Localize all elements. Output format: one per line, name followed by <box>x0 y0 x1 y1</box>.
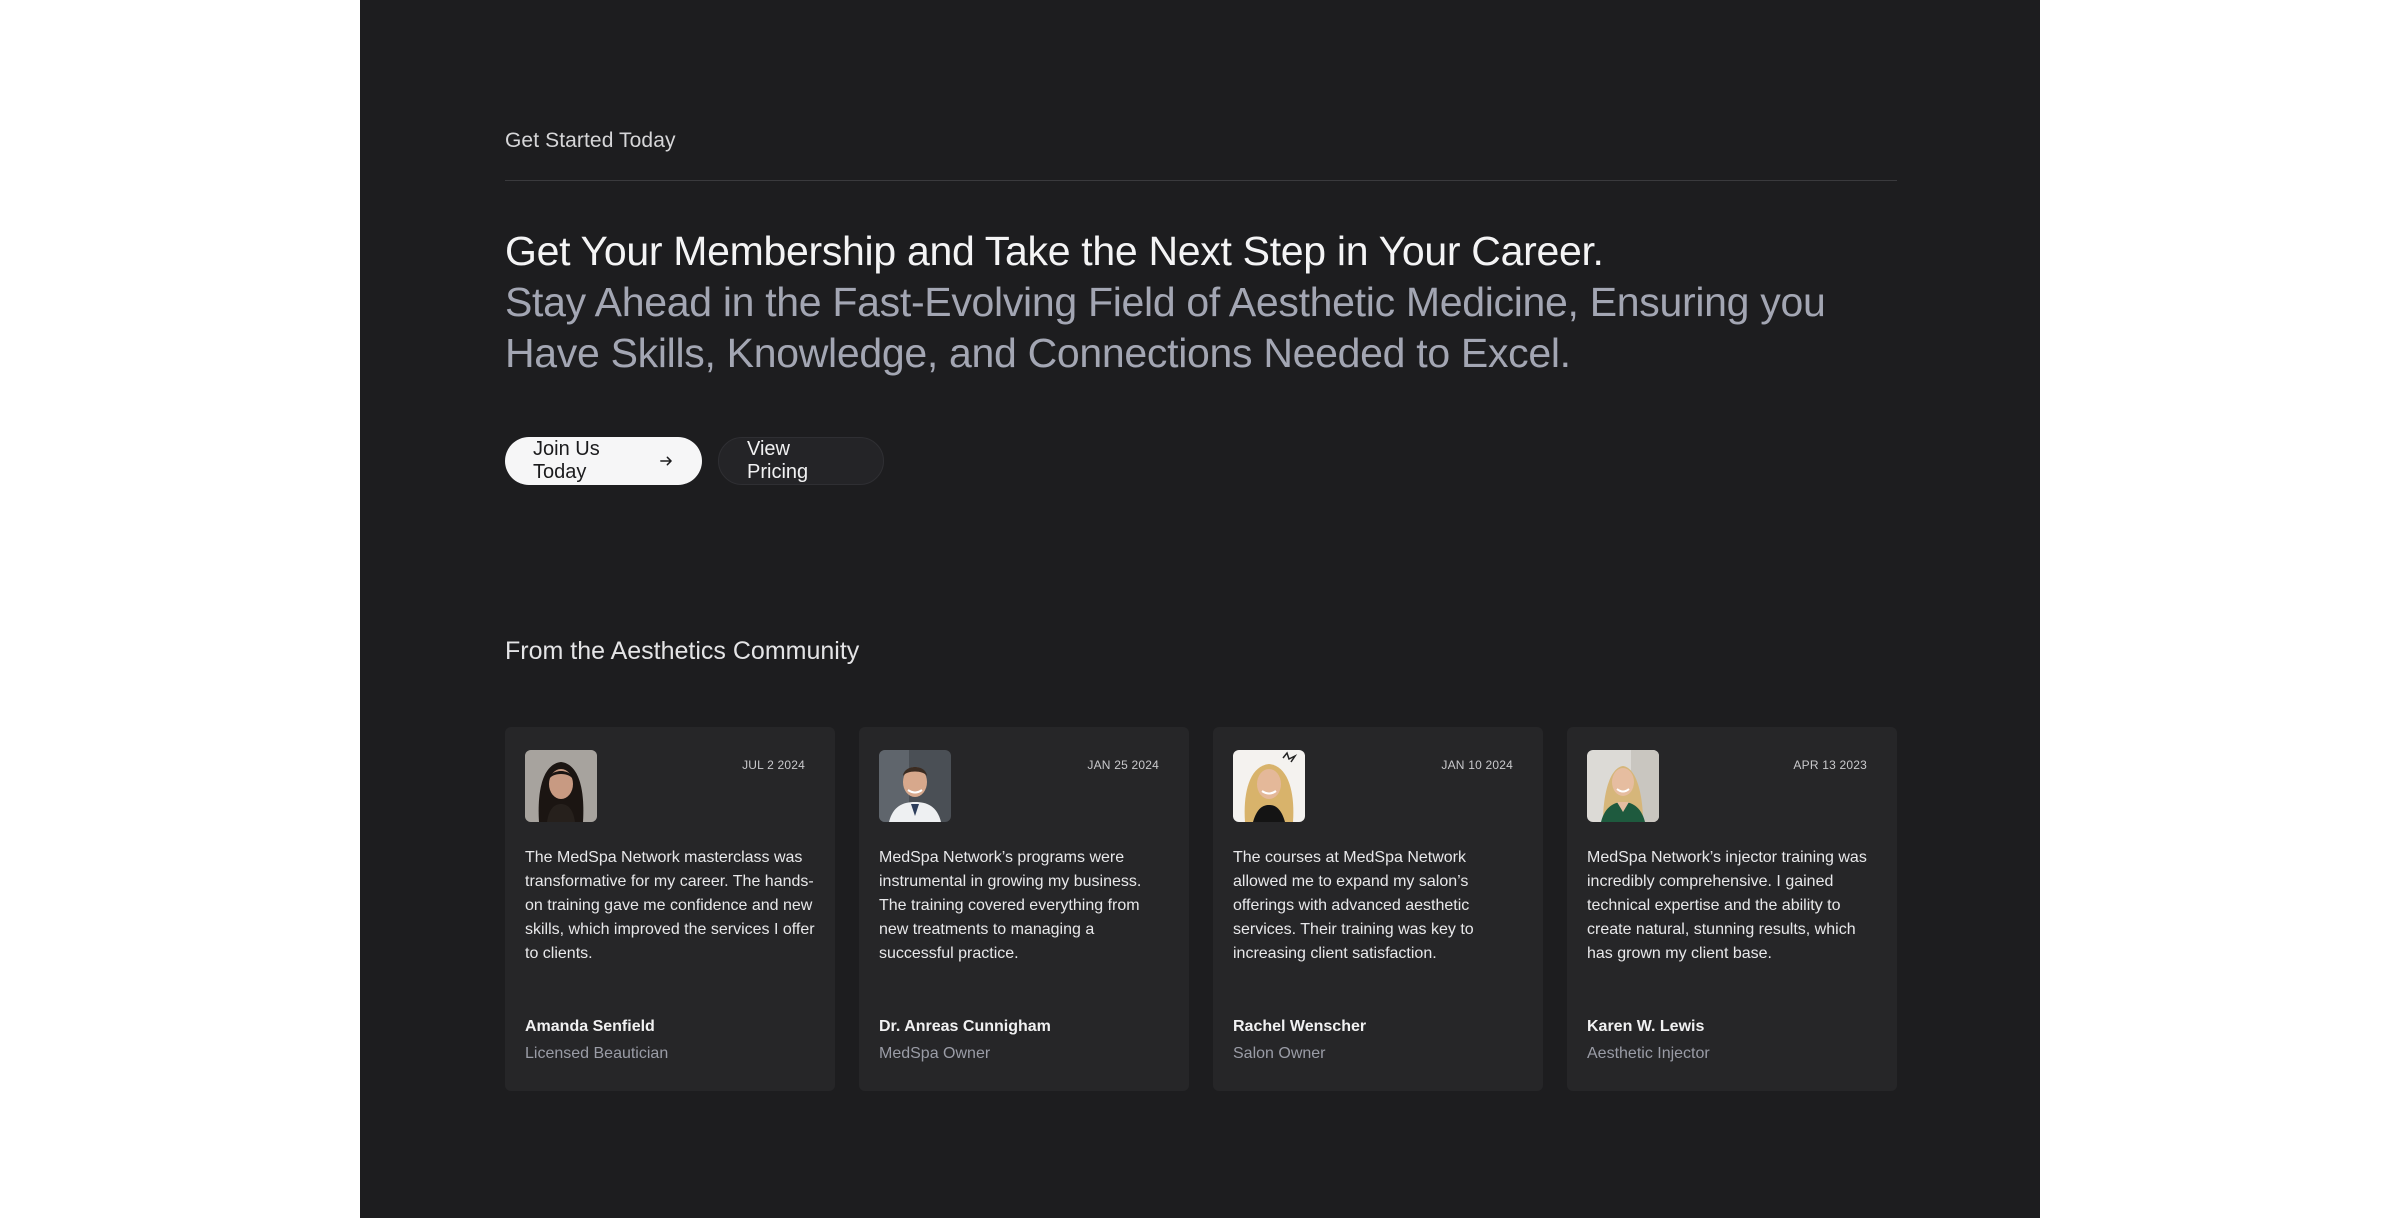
testimonial-date: JUL 2 2024 <box>742 758 805 772</box>
testimonial-card: JAN 10 2024 The courses at MedSpa Networ… <box>1213 727 1543 1091</box>
testimonial-card: JAN 25 2024 MedSpa Network’s programs we… <box>859 727 1189 1091</box>
join-us-today-button[interactable]: Join Us Today <box>505 437 702 485</box>
avatar <box>1587 750 1659 822</box>
get-started-section: Get Started Today Get Your Membership an… <box>360 0 2040 1218</box>
testimonial-date: APR 13 2023 <box>1793 758 1867 772</box>
testimonial-author-role: Licensed Beautician <box>525 1045 669 1062</box>
headline: Get Your Membership and Take the Next St… <box>505 226 1897 379</box>
testimonial-author-role: Salon Owner <box>1233 1045 1326 1062</box>
testimonial-author-name: Dr. Anreas Cunnigham <box>879 1018 1051 1035</box>
pricing-button-label: View Pricing <box>747 438 809 483</box>
view-pricing-button[interactable]: View Pricing <box>718 437 884 485</box>
testimonial-quote: MedSpa Network’s programs were instrumen… <box>879 849 1142 962</box>
section-eyebrow: Get Started Today <box>505 129 676 152</box>
avatar <box>525 750 597 822</box>
testimonial-card: JUL 2 2024 The MedSpa Network masterclas… <box>505 727 835 1091</box>
testimonial-quote: The MedSpa Network masterclass was trans… <box>525 849 815 962</box>
avatar <box>879 750 951 822</box>
community-title: From the Aesthetics Community <box>505 637 860 665</box>
testimonial-author-name: Amanda Senfield <box>525 1018 655 1035</box>
testimonial-author-role: Aesthetic Injector <box>1587 1045 1710 1062</box>
arrow-right-icon <box>660 456 672 466</box>
join-button-label: Join Us Today <box>533 438 600 483</box>
avatar <box>1233 750 1305 822</box>
headline-primary: Get Your Membership and Take the Next St… <box>505 228 1604 274</box>
headline-secondary: Stay Ahead in the Fast-Evolving Field of… <box>505 279 1826 376</box>
testimonial-card: APR 13 2023 MedSpa Network’s injector tr… <box>1567 727 1897 1091</box>
testimonial-author-name: Karen W. Lewis <box>1587 1018 1705 1035</box>
testimonial-author-role: MedSpa Owner <box>879 1045 991 1062</box>
divider <box>505 180 1897 181</box>
testimonial-date: JAN 25 2024 <box>1087 758 1159 772</box>
testimonial-quote: MedSpa Network’s injector training was i… <box>1587 849 1867 962</box>
testimonial-cards: JUL 2 2024 The MedSpa Network masterclas… <box>505 727 1897 1091</box>
testimonial-quote: The courses at MedSpa Network allowed me… <box>1233 849 1474 962</box>
cta-buttons: Join Us Today View Pricing <box>505 437 884 485</box>
testimonial-author-name: Rachel Wenscher <box>1233 1018 1367 1035</box>
testimonial-date: JAN 10 2024 <box>1441 758 1513 772</box>
